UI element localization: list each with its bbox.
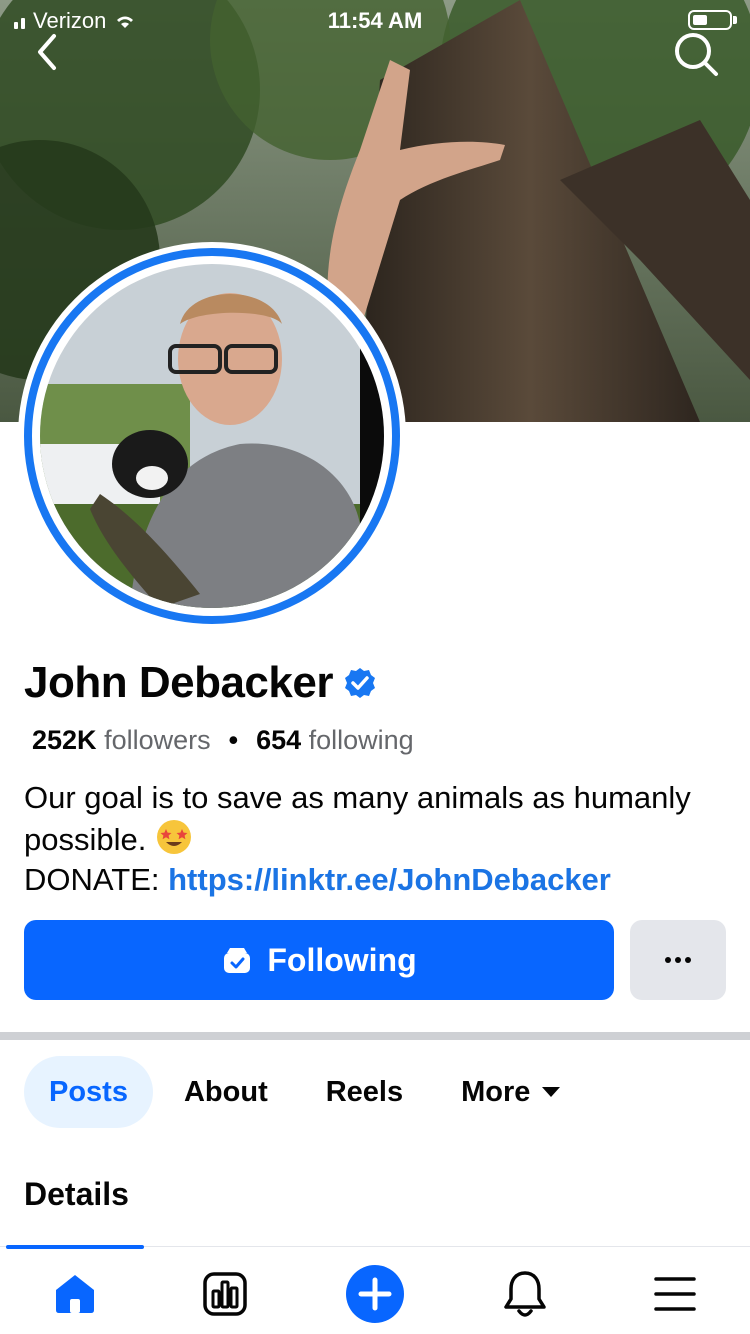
- profile-bio: Our goal is to save as many animals as h…: [24, 778, 724, 900]
- verified-badge-icon: [344, 668, 375, 698]
- profile-name: John Debacker: [24, 658, 333, 707]
- following-stat[interactable]: 654 following: [256, 725, 414, 756]
- star-struck-emoji-icon: [156, 820, 191, 854]
- back-button[interactable]: [28, 32, 68, 72]
- home-icon: [56, 1275, 94, 1313]
- donate-label: DONATE:: [24, 862, 160, 897]
- search-button[interactable]: [672, 30, 720, 78]
- tab-reels[interactable]: Reels: [301, 1056, 428, 1128]
- followers-count: 252K: [32, 725, 97, 755]
- nav-dashboard[interactable]: [195, 1264, 255, 1324]
- nav-home[interactable]: [45, 1264, 105, 1324]
- more-options-button[interactable]: [630, 920, 726, 1000]
- following-button[interactable]: Following: [24, 920, 614, 1000]
- follow-stats: 252K followers • 654 following: [32, 725, 414, 756]
- following-count: 654: [256, 725, 302, 755]
- caret-down-icon: [542, 1087, 561, 1097]
- section-divider: [0, 1032, 750, 1040]
- notifications-icon: [504, 1271, 546, 1317]
- create-icon: [346, 1265, 404, 1323]
- avatar: [40, 264, 384, 608]
- dashboard-icon: [203, 1272, 247, 1316]
- following-check-icon: [224, 948, 251, 973]
- profile-picture[interactable]: [18, 242, 406, 630]
- nav-menu[interactable]: [645, 1264, 705, 1324]
- menu-icon: [654, 1277, 696, 1311]
- search-icon: [675, 33, 718, 76]
- battery-tip: [733, 16, 737, 24]
- following-label: following: [308, 725, 414, 755]
- tab-posts-label: Posts: [49, 1075, 128, 1108]
- followers-label: followers: [104, 725, 211, 755]
- name-row: John Debacker: [24, 658, 377, 708]
- tab-about-label: About: [183, 1075, 268, 1108]
- donate-link[interactable]: https://linktr.ee/JohnDebacker: [168, 862, 611, 897]
- nav-notifications[interactable]: [495, 1264, 555, 1324]
- separator-dot: •: [228, 725, 239, 755]
- battery-icon: [688, 10, 732, 30]
- profile-tabs: Posts About Reels More: [24, 1056, 585, 1128]
- more-dots-icon: [665, 957, 691, 963]
- clock: 11:54 AM: [327, 8, 423, 33]
- tab-more[interactable]: More: [436, 1056, 585, 1128]
- tab-about[interactable]: About: [159, 1056, 293, 1128]
- nav-create[interactable]: [345, 1264, 405, 1324]
- avatar-image: [40, 264, 384, 608]
- bottom-nav: [0, 1250, 750, 1334]
- bio-text: Our goal is to save as many animals as h…: [24, 780, 691, 857]
- following-label: Following: [267, 941, 417, 978]
- active-tab-indicator: [6, 1245, 144, 1249]
- tab-more-label: More: [461, 1075, 531, 1108]
- chevron-left-icon: [38, 34, 56, 70]
- tab-posts[interactable]: Posts: [24, 1056, 153, 1128]
- details-heading: Details: [24, 1176, 129, 1212]
- followers-stat[interactable]: 252K followers: [32, 725, 211, 756]
- status-bar: Verizon 11:54 AM: [0, 0, 750, 44]
- tab-reels-label: Reels: [325, 1075, 404, 1108]
